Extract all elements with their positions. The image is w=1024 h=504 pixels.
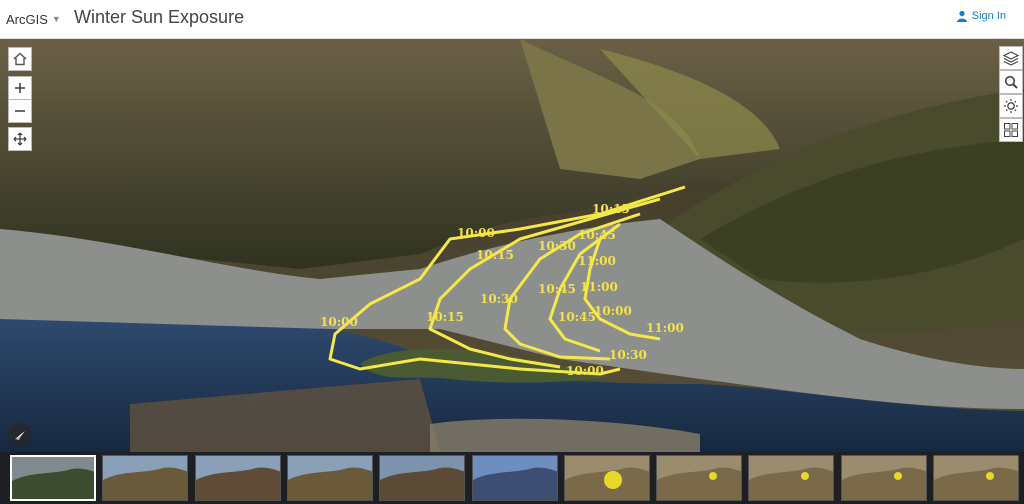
- slide-thumbnail[interactable]: [286, 455, 373, 501]
- label-1000-a: 10:00: [457, 226, 495, 240]
- slide-preview: [472, 456, 557, 500]
- brand-label: ArcGIS: [6, 11, 48, 27]
- sign-in-label: Sign In: [971, 10, 1006, 22]
- compass-icon: [15, 431, 25, 440]
- slide-preview: [195, 456, 280, 500]
- zoom-in-button[interactable]: [8, 76, 32, 100]
- slide-thumbnail[interactable]: [379, 455, 466, 501]
- slide-preview: [657, 456, 742, 500]
- label-1000-d: 10:00: [566, 364, 604, 378]
- slide-thumbnail[interactable]: [840, 455, 927, 501]
- label-1030-a: 10:30: [538, 239, 576, 253]
- label-1100-b: 11:00: [580, 280, 618, 294]
- terrain-scene: 10:00 10:15 10:30 10:45 10:15 11:00 10:3…: [0, 39, 1024, 452]
- label-1045-b: 10:45: [538, 282, 576, 296]
- daylight-button[interactable]: [999, 94, 1023, 118]
- slide-preview: [749, 456, 834, 500]
- slide-preview: [934, 456, 1018, 500]
- label-1015-a: 10:15: [476, 248, 514, 262]
- home-icon: [13, 52, 27, 66]
- arcgis-menu[interactable]: ArcGIS ▼: [6, 9, 61, 29]
- label-1030-b: 10:30: [480, 292, 518, 306]
- slide-thumbnail[interactable]: [194, 455, 281, 501]
- slide-preview: [12, 457, 94, 499]
- label-1045-c: 10:45: [558, 310, 596, 324]
- slide-preview: [564, 456, 649, 500]
- caret-down-icon: ▼: [51, 14, 61, 24]
- slide-thumbnail[interactable]: [471, 455, 558, 501]
- label-1045-a: 10:45: [578, 228, 616, 242]
- slides-strip: [0, 452, 1024, 504]
- layers-button[interactable]: [999, 46, 1023, 70]
- label-1030-c: 10:30: [609, 348, 647, 362]
- user-icon: [956, 10, 967, 22]
- slide-thumbnail[interactable]: [563, 455, 650, 501]
- slide-preview: [841, 456, 926, 500]
- label-1100-a: 11:00: [578, 254, 616, 268]
- slide-preview: [380, 456, 465, 500]
- slide-thumbnail[interactable]: [748, 455, 835, 501]
- compass-button[interactable]: [8, 423, 32, 447]
- search-icon: [1004, 75, 1018, 89]
- app-title: Winter Sun Exposure: [74, 7, 245, 27]
- slide-preview: [287, 456, 372, 500]
- slide-preview: [103, 456, 188, 500]
- layers-icon: [1003, 51, 1019, 66]
- label-1015-b: 10:15: [592, 202, 630, 216]
- label-1000-b: 10:00: [320, 315, 358, 329]
- daylight-icon: [1004, 99, 1018, 113]
- pan-icon: [13, 132, 27, 146]
- basemap-gallery-icon: [1004, 123, 1018, 137]
- pan-button[interactable]: [8, 127, 32, 151]
- map-view[interactable]: 10:00 10:15 10:30 10:45 10:15 11:00 10:3…: [0, 39, 1024, 452]
- label-1000-c: 10:00: [594, 304, 632, 318]
- zoom-out-icon: [15, 110, 25, 112]
- basemap-gallery-button[interactable]: [999, 118, 1023, 142]
- label-1100-c: 11:00: [646, 321, 684, 335]
- zoom-out-button[interactable]: [8, 99, 32, 123]
- sign-in-link[interactable]: Sign In: [956, 10, 1006, 22]
- label-1015-c: 10:15: [426, 310, 464, 324]
- zoom-in-icon: [15, 83, 25, 93]
- slide-thumbnail[interactable]: [102, 455, 189, 501]
- home-button[interactable]: [8, 47, 32, 71]
- slide-thumbnail[interactable]: [10, 455, 96, 501]
- slide-thumbnail[interactable]: [933, 455, 1019, 501]
- app-header: ArcGIS ▼ Winter Sun Exposure Sign In: [0, 0, 1024, 39]
- search-button[interactable]: [999, 70, 1023, 94]
- slide-thumbnail[interactable]: [656, 455, 743, 501]
